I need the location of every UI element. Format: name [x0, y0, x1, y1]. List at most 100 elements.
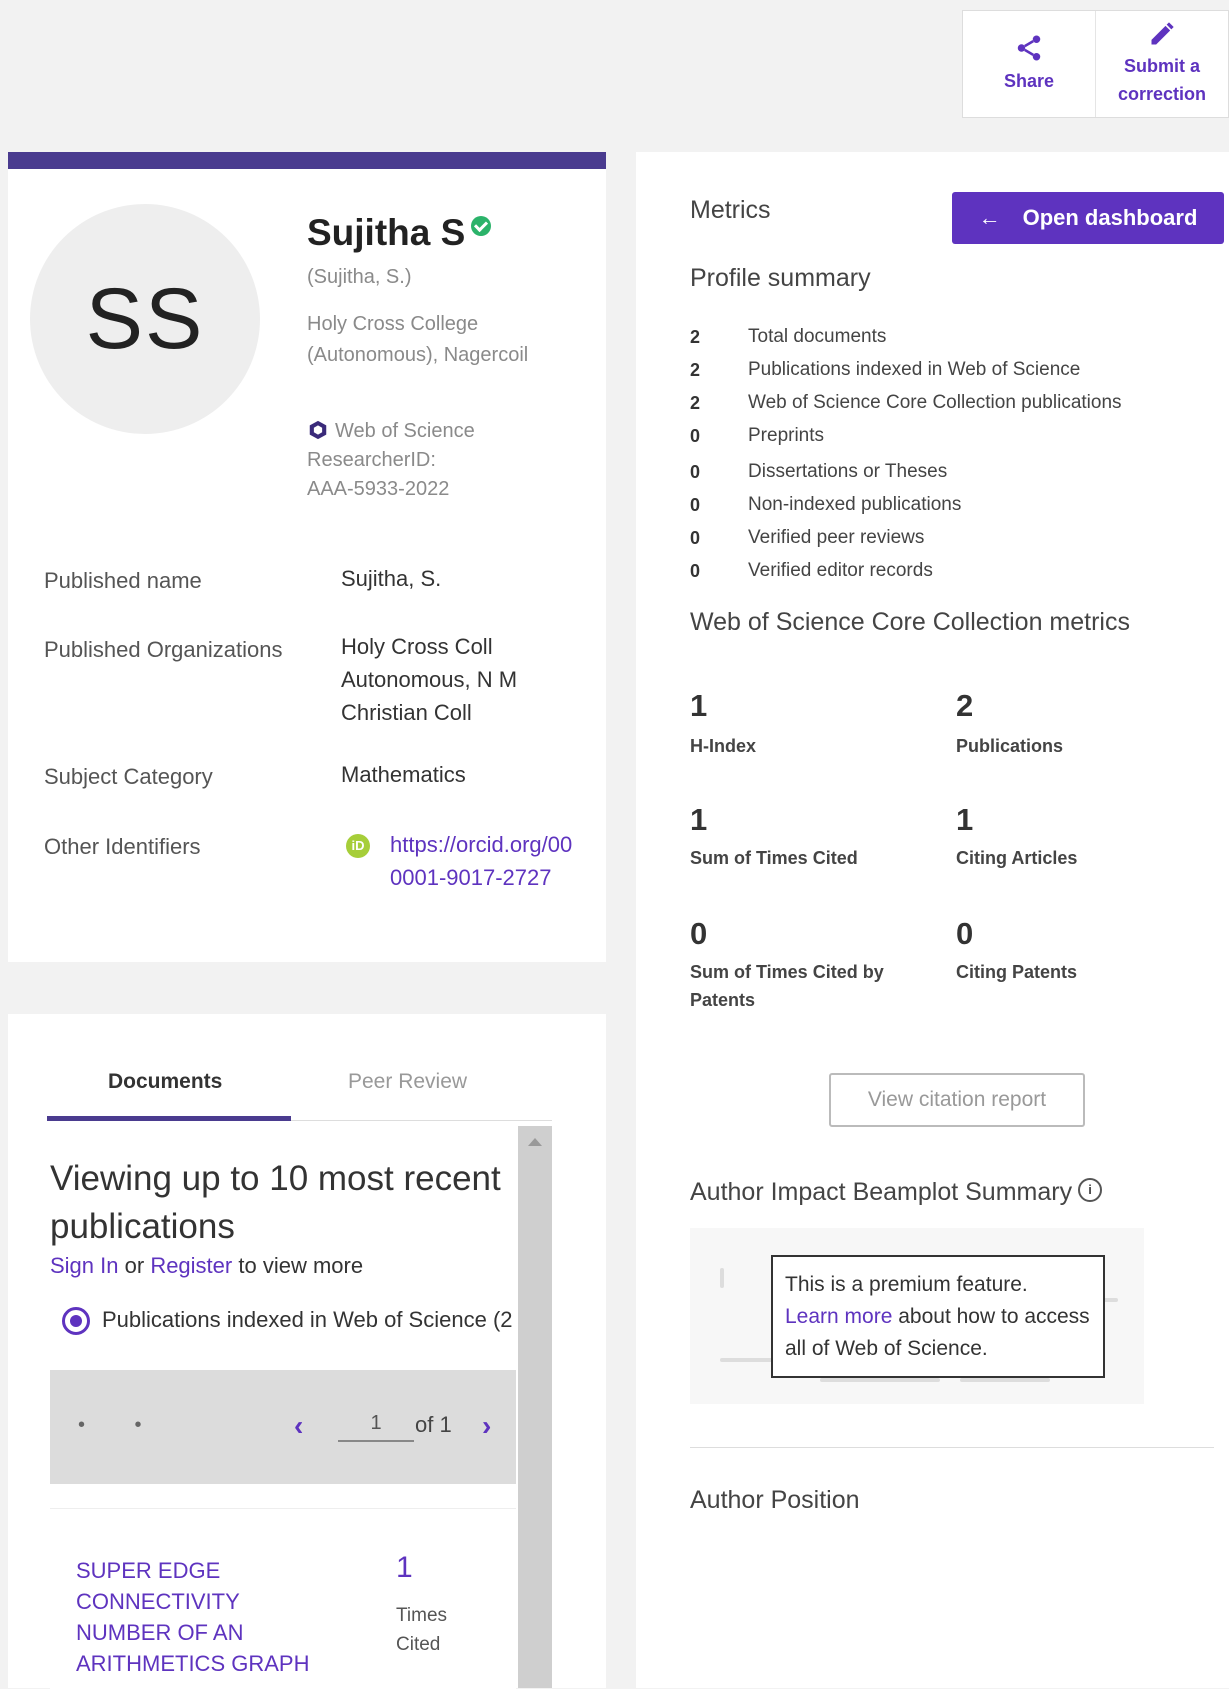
correction-label-1: Submit a — [1123, 56, 1200, 76]
times-cited-label-1: Times — [396, 1605, 448, 1626]
h-index-label: H-Index — [690, 736, 757, 756]
subject-category-label: Subject Category — [44, 764, 213, 789]
page-total: of 1 — [415, 1412, 452, 1437]
wos-logo-row: Web of Science — [307, 416, 475, 447]
pencil-icon — [1151, 22, 1174, 45]
profile-name-text: Sujitha S — [307, 212, 466, 253]
filter-label: Publications indexed in Web of Science (… — [102, 1307, 513, 1332]
filter-radio-row[interactable]: Publications indexed in Web of Science (… — [62, 1307, 517, 1336]
times-cited-count[interactable]: 1 — [396, 1551, 413, 1585]
summary-count: 2 — [690, 393, 701, 413]
correction-label-2: correction — [1117, 84, 1207, 104]
beamplot-blur-mark — [720, 1268, 724, 1288]
next-page-icon[interactable]: › — [482, 1410, 491, 1442]
published-orgs-line1: Holy Cross Coll — [341, 634, 493, 659]
info-icon[interactable]: i — [1078, 1178, 1103, 1202]
beamplot-title: Author Impact Beamplot Summary i — [690, 1178, 1103, 1207]
publications-value: 2 — [956, 688, 974, 723]
radio-selected-icon[interactable] — [62, 1307, 90, 1336]
summary-count: 0 — [690, 561, 701, 581]
published-orgs-line2: Autonomous, N M — [341, 667, 518, 692]
orcid-link-cont[interactable]: 0001-9017-2727 — [390, 861, 551, 894]
metrics-title: Metrics — [690, 196, 771, 224]
beamplot-blur-mark — [820, 1378, 940, 1382]
affiliation-line2: (Autonomous), Nagercoil — [307, 344, 529, 366]
citing-patents-value: 0 — [956, 916, 974, 951]
published-name-label: Published name — [44, 568, 202, 593]
beamplot-blur-mark — [960, 1378, 1050, 1382]
sum-times-cited-label: Sum of Times Cited — [690, 848, 858, 868]
beamplot-title-text: Author Impact Beamplot Summary — [690, 1178, 1073, 1206]
verified-icon — [471, 216, 492, 236]
tab-documents[interactable]: Documents — [108, 1070, 222, 1094]
profile-summary-title: Profile summary — [690, 264, 871, 292]
wos-label: Web of Science — [335, 420, 475, 442]
pagination-bar: • • ‹ 1 of 1 › — [50, 1370, 516, 1484]
more-options-icon[interactable]: • • — [78, 1414, 164, 1437]
profile-top-bar — [8, 152, 606, 169]
metrics-card — [636, 152, 1229, 1688]
profile-card: SS Sujitha S (Sujitha, S.) Holy Cross Co… — [8, 152, 606, 962]
summary-label: Web of Science Core Collection publicati… — [748, 392, 1122, 413]
times-cited-label-2: Cited — [396, 1634, 441, 1655]
summary-count: 0 — [690, 426, 701, 446]
avatar: SS — [30, 204, 260, 434]
citing-articles-value: 1 — [956, 802, 974, 837]
tab-peer-review[interactable]: Peer Review — [348, 1070, 467, 1094]
citing-patents-label: Citing Patents — [956, 962, 1078, 982]
premium-feature-notice: This is a premium feature. Learn more ab… — [771, 1255, 1105, 1378]
register-link[interactable]: Register — [150, 1253, 232, 1278]
share-button[interactable]: Share — [963, 11, 1095, 117]
researcher-id-label: ResearcherID: — [307, 449, 436, 471]
view-citation-report-button[interactable]: View citation report — [829, 1073, 1085, 1127]
share-icon — [1017, 35, 1041, 61]
affiliation-line1: Holy Cross College — [307, 313, 479, 335]
orcid-icon: iD — [346, 834, 370, 858]
cited-by-patents-label: Sum of Times Cited by Patents — [690, 962, 884, 1010]
arrow-left-icon: ← — [978, 205, 1001, 230]
publications-label: Publications — [956, 736, 1064, 756]
scroll-up-icon[interactable] — [528, 1138, 542, 1146]
summary-count: 0 — [690, 462, 701, 482]
core-metrics-title: Web of Science Core Collection metrics — [690, 608, 1130, 636]
summary-label: Preprints — [748, 425, 825, 446]
sign-in-link[interactable]: Sign In — [50, 1253, 119, 1278]
or-text: or — [124, 1253, 145, 1278]
documents-title: Viewing up to 10 most recent publication… — [50, 1159, 501, 1246]
summary-count: 0 — [690, 528, 701, 548]
view-more-text: to view more — [238, 1253, 364, 1278]
active-tab-indicator — [47, 1116, 291, 1121]
submit-correction-button[interactable]: Submit a correction — [1095, 11, 1228, 117]
summary-label: Non-indexed publications — [748, 494, 962, 515]
times-cited-label: Times Cited — [396, 1601, 447, 1659]
summary-count: 2 — [690, 327, 701, 347]
publication-title-link[interactable]: SUPER EDGE CONNECTIVITY NUMBER OF AN ARI… — [76, 1555, 336, 1679]
premium-text: This is a premium feature. — [785, 1273, 1028, 1296]
alt-name: (Sujitha, S.) — [307, 266, 412, 288]
page-input[interactable]: 1 — [338, 1406, 414, 1442]
summary-label: Total documents — [748, 326, 887, 347]
other-identifiers-label: Other Identifiers — [44, 834, 201, 859]
subject-category: Mathematics — [341, 762, 466, 787]
h-index-value: 1 — [690, 688, 708, 723]
orcid-icon-wrap: iD — [346, 826, 370, 859]
published-orgs-line3: Christian Coll — [341, 700, 472, 725]
open-dashboard-label: Open dashboard — [1022, 205, 1198, 230]
sign-in-row: Sign In or Register to view more — [50, 1253, 363, 1279]
summary-label: Verified peer reviews — [748, 527, 925, 548]
cited-by-patents-value: 0 — [690, 916, 708, 951]
scrollbar[interactable] — [518, 1126, 552, 1688]
web-of-science-icon — [309, 420, 327, 440]
summary-label: Dissertations or Theses — [748, 461, 948, 482]
summary-count: 0 — [690, 495, 701, 515]
share-label: Share — [1003, 71, 1055, 91]
prev-page-icon[interactable]: ‹ — [294, 1410, 303, 1442]
summary-label: Verified editor records — [748, 560, 933, 581]
summary-label: Publications indexed in Web of Science — [748, 359, 1081, 380]
learn-more-link[interactable]: Learn more — [785, 1305, 892, 1328]
profile-name: Sujitha S — [307, 212, 492, 254]
open-dashboard-button[interactable]: ← Open dashboard — [952, 192, 1224, 244]
sum-times-cited-value: 1 — [690, 802, 708, 837]
published-orgs-label: Published Organizations — [44, 637, 283, 662]
orcid-link[interactable]: https://orcid.org/00 — [390, 828, 595, 861]
